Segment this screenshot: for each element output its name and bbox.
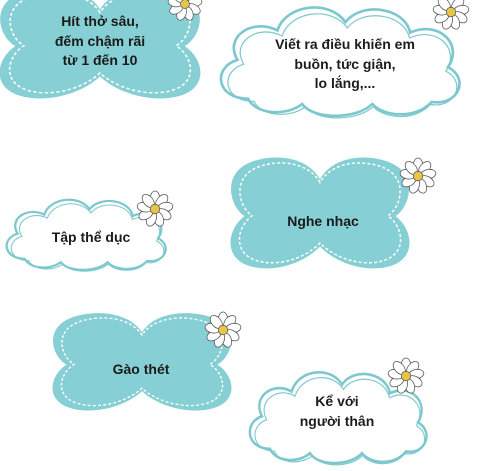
- activity-label-scream: Gào thét: [112, 361, 170, 377]
- activity-label-deep-breath: Hít thở sâu, đếm chậm rãi từ 1 đến 10: [54, 13, 146, 69]
- activity-label-listen-music: Nghe nhạc: [287, 213, 359, 229]
- flower-icon: [387, 357, 425, 395]
- activity-label-exercise: Tập thể dục: [51, 229, 131, 245]
- activity-label-tell-family: Kể với người thân: [299, 393, 375, 429]
- activity-label-write-feelings: Viết ra điều khiến em buồn, tức giận, lo…: [275, 36, 415, 92]
- flower-icon: [432, 0, 470, 31]
